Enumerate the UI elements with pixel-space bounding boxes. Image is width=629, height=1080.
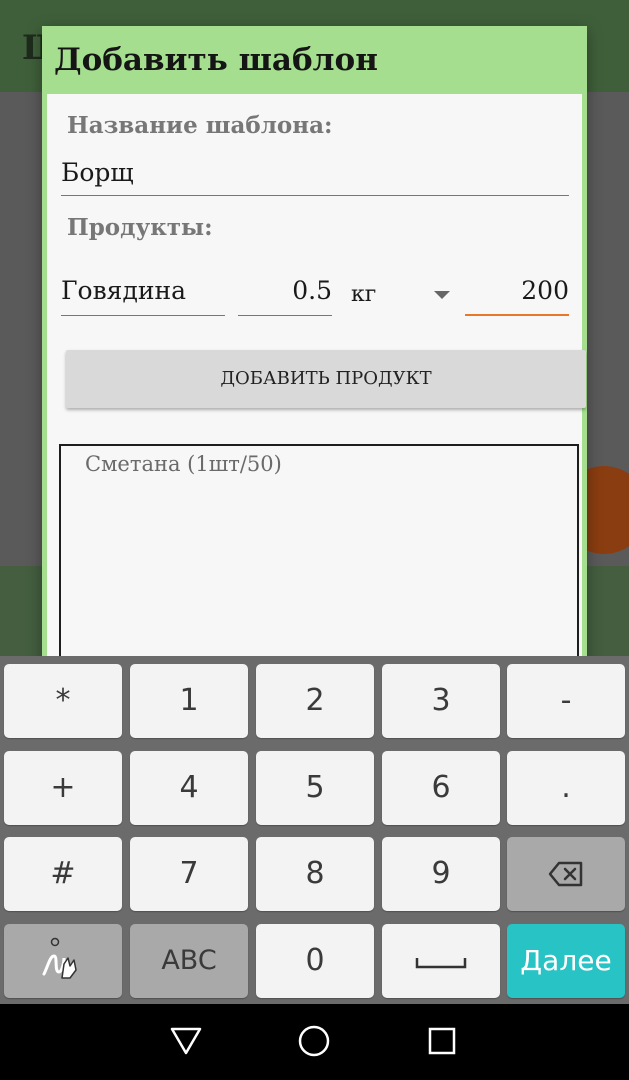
price-value: 200 bbox=[521, 276, 569, 305]
products-list-area[interactable]: Сметана (1шт/50) bbox=[59, 444, 579, 666]
quantity-field[interactable]: 0.5 bbox=[238, 276, 332, 316]
handwriting-icon bbox=[42, 937, 77, 979]
key-asterisk[interactable]: * bbox=[4, 664, 122, 738]
recents-icon[interactable] bbox=[427, 1026, 457, 1056]
key-hash[interactable]: # bbox=[4, 837, 122, 911]
template-name-value: Борщ bbox=[61, 158, 134, 187]
back-icon[interactable] bbox=[169, 1026, 203, 1056]
template-name-field[interactable]: Борщ bbox=[61, 158, 569, 196]
numeric-keyboard: * 1 2 3 - + 4 5 6 . # 7 8 9 ABC 0 Далее bbox=[0, 656, 629, 1004]
key-handwriting[interactable] bbox=[4, 924, 122, 998]
key-4[interactable]: 4 bbox=[130, 751, 248, 825]
key-6[interactable]: 6 bbox=[382, 751, 500, 825]
key-minus[interactable]: - bbox=[507, 664, 625, 738]
quantity-value: 0.5 bbox=[292, 276, 332, 305]
key-5[interactable]: 5 bbox=[256, 751, 374, 825]
dialog-title: Добавить шаблон bbox=[54, 42, 378, 78]
key-2[interactable]: 2 bbox=[256, 664, 374, 738]
key-abc[interactable]: ABC bbox=[130, 924, 248, 998]
unit-value: кг bbox=[351, 282, 377, 307]
key-0[interactable]: 0 bbox=[256, 924, 374, 998]
key-1[interactable]: 1 bbox=[130, 664, 248, 738]
dropdown-icon bbox=[434, 291, 450, 299]
template-name-label: Название шаблона: bbox=[67, 112, 333, 139]
price-field[interactable]: 200 bbox=[465, 276, 569, 316]
products-list-text: Сметана (1шт/50) bbox=[85, 452, 282, 476]
key-next[interactable]: Далее bbox=[507, 924, 625, 998]
products-label: Продукты: bbox=[67, 214, 213, 241]
key-space[interactable] bbox=[382, 924, 500, 998]
system-navigation-bar bbox=[0, 1004, 629, 1080]
home-icon[interactable] bbox=[297, 1024, 331, 1058]
key-8[interactable]: 8 bbox=[256, 837, 374, 911]
key-3[interactable]: 3 bbox=[382, 664, 500, 738]
product-name-field[interactable]: Говядина bbox=[61, 276, 225, 316]
key-9[interactable]: 9 bbox=[382, 837, 500, 911]
key-7[interactable]: 7 bbox=[130, 837, 248, 911]
space-bar-icon bbox=[415, 958, 467, 969]
add-template-dialog: Добавить шаблон Название шаблона: Борщ П… bbox=[42, 26, 587, 666]
key-plus[interactable]: + bbox=[4, 751, 122, 825]
dialog-body: Название шаблона: Борщ Продукты: Говядин… bbox=[42, 94, 587, 666]
add-product-button[interactable]: ДОБАВИТЬ ПРОДУКТ bbox=[66, 350, 586, 408]
dialog-header: Добавить шаблон bbox=[42, 26, 587, 94]
backspace-icon bbox=[548, 861, 583, 887]
key-backspace[interactable] bbox=[507, 837, 625, 911]
key-period[interactable]: . bbox=[507, 751, 625, 825]
product-name-value: Говядина bbox=[61, 276, 187, 305]
